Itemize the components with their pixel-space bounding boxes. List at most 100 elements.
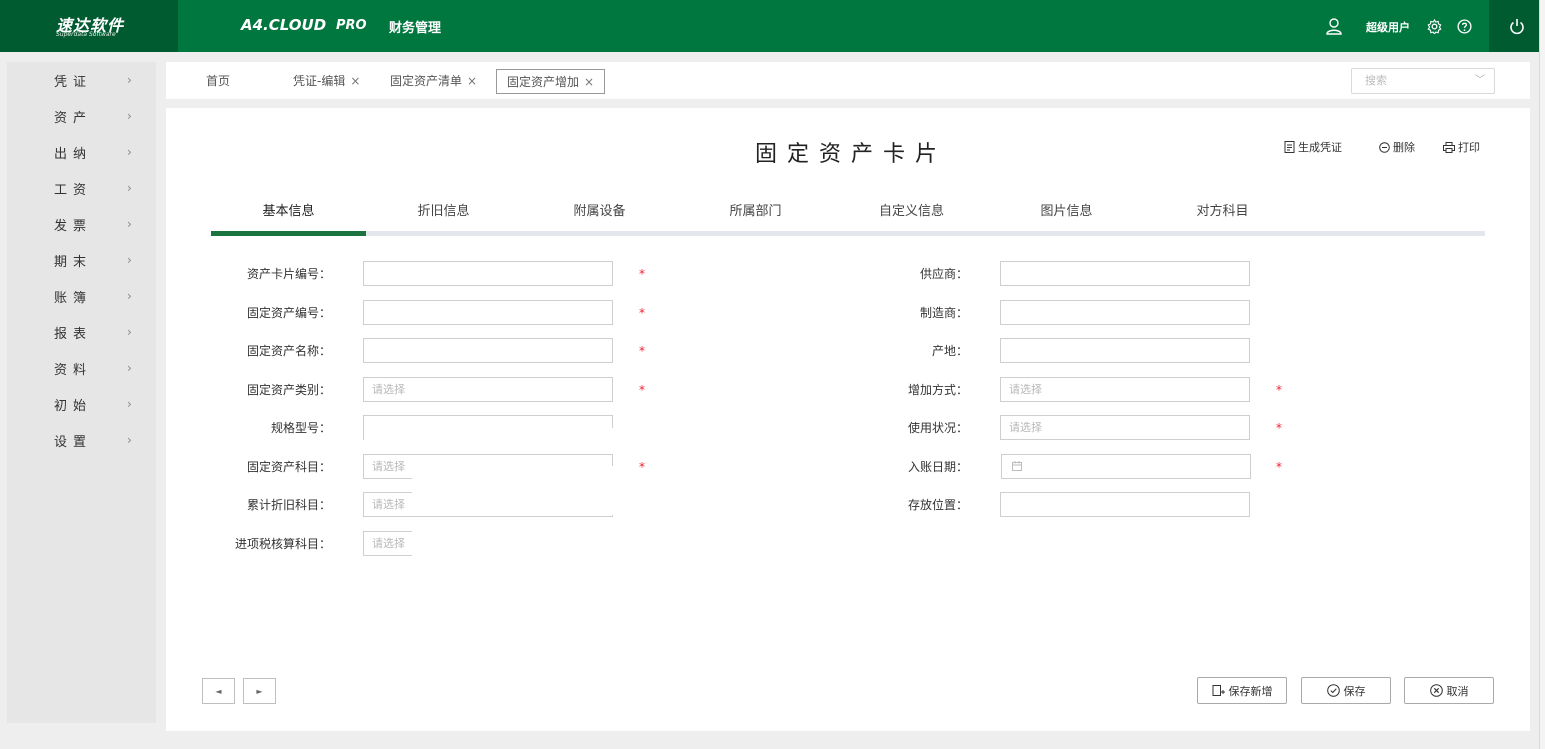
tab-contra-account[interactable]: 对方科目 bbox=[1145, 200, 1300, 219]
chevron-right-icon: › bbox=[127, 289, 132, 303]
print-button[interactable]: 打印 bbox=[1443, 139, 1480, 155]
tab-asset-list[interactable]: 固定资产清单 × bbox=[380, 69, 487, 94]
save-button[interactable]: 保存 bbox=[1301, 677, 1391, 704]
sidebar-item-label: 资料 bbox=[54, 362, 93, 378]
chevron-right-icon: › bbox=[127, 217, 132, 231]
tab-home[interactable]: 首页 bbox=[196, 69, 240, 94]
label-asset-no: 固定资产编号： bbox=[246, 306, 331, 320]
tab-label: 固定资产增加 bbox=[507, 75, 580, 89]
asset-name-input[interactable] bbox=[363, 338, 613, 363]
asset-no-input[interactable] bbox=[363, 300, 613, 325]
power-button[interactable] bbox=[1489, 0, 1545, 52]
sidebar-item-assets[interactable]: 资产 › bbox=[7, 98, 156, 134]
label-origin: 产地： bbox=[931, 344, 968, 358]
tab-depreciation[interactable]: 折旧信息 bbox=[366, 200, 521, 219]
sidebar-item-label: 账簿 bbox=[54, 290, 93, 306]
cancel-button[interactable]: 取消 bbox=[1404, 677, 1494, 704]
label-input-tax-account: 进项税核算科目： bbox=[234, 537, 331, 551]
label-accum-depreciation-account: 累计折旧科目： bbox=[246, 498, 331, 512]
sidebar-item-label: 凭证 bbox=[54, 74, 93, 90]
next-record-button[interactable]: ► bbox=[243, 678, 276, 704]
entry-date-input[interactable] bbox=[1001, 454, 1251, 479]
sidebar-item-label: 发票 bbox=[54, 218, 93, 234]
label-card-no: 资产卡片编号： bbox=[246, 267, 331, 281]
tab-voucher-edit[interactable]: 凭证-编辑 × bbox=[283, 69, 370, 94]
sidebar-item-label: 期末 bbox=[54, 254, 93, 270]
tab-label: 凭证-编辑 bbox=[293, 74, 346, 88]
tab-custom-info[interactable]: 自定义信息 bbox=[834, 200, 989, 219]
chevron-right-icon: › bbox=[127, 361, 132, 375]
label-usage-status: 使用状况： bbox=[907, 421, 968, 435]
tab-asset-add[interactable]: 固定资产增加 × bbox=[496, 69, 606, 94]
search-select[interactable]: 搜索 ﹀ bbox=[1351, 68, 1495, 94]
delete-button[interactable]: 删除 bbox=[1379, 139, 1415, 155]
label-asset-category: 固定资产类别： bbox=[246, 383, 331, 397]
button-label: 打印 bbox=[1458, 141, 1480, 154]
usage-status-select[interactable]: 请选择 bbox=[1000, 415, 1250, 440]
label-asset-account: 固定资产科目： bbox=[246, 460, 331, 474]
label-supplier: 供应商： bbox=[919, 267, 968, 281]
chevron-right-icon: › bbox=[127, 181, 132, 195]
asset-category-select[interactable]: 请选择 bbox=[363, 377, 613, 402]
product-name: A4.CLOUD bbox=[241, 16, 327, 34]
button-label: 保存新增 bbox=[1228, 684, 1273, 698]
manufacturer-input[interactable] bbox=[1000, 300, 1250, 325]
copy-add-icon bbox=[1212, 685, 1225, 696]
render-gap bbox=[412, 492, 614, 515]
user-icon[interactable] bbox=[1325, 17, 1343, 35]
sidebar-item-payroll[interactable]: 工资 › bbox=[7, 170, 156, 206]
required-mark: * bbox=[1276, 383, 1282, 397]
prev-record-button[interactable]: ◄ bbox=[202, 678, 235, 704]
tab-label: 首页 bbox=[206, 74, 231, 88]
required-mark: * bbox=[639, 460, 645, 474]
close-icon[interactable]: × bbox=[467, 74, 477, 88]
required-mark: * bbox=[639, 267, 645, 281]
generate-voucher-button[interactable]: 生成凭证 bbox=[1284, 139, 1342, 155]
tab-basic-info[interactable]: 基本信息 bbox=[211, 200, 366, 219]
calendar-icon bbox=[1012, 461, 1022, 471]
label-addition-method: 增加方式： bbox=[907, 383, 968, 397]
user-name[interactable]: 超级用户 bbox=[1366, 19, 1410, 35]
gear-icon[interactable] bbox=[1425, 17, 1443, 35]
label-asset-name: 固定资产名称： bbox=[246, 344, 331, 358]
tab-department[interactable]: 所属部门 bbox=[678, 200, 833, 219]
sidebar-item-cashier[interactable]: 出纳 › bbox=[7, 134, 156, 170]
required-mark: * bbox=[1276, 460, 1282, 474]
chevron-right-icon: › bbox=[127, 397, 132, 411]
render-gap bbox=[412, 466, 614, 480]
chevron-right-icon: › bbox=[127, 73, 132, 87]
sidebar-item-voucher[interactable]: 凭证 › bbox=[7, 62, 156, 98]
required-mark: * bbox=[1276, 421, 1282, 435]
supplier-input[interactable] bbox=[1000, 261, 1250, 286]
check-circle-icon bbox=[1326, 684, 1340, 697]
logo: 速达软件 Superdata Software bbox=[0, 0, 178, 52]
sidebar-item-label: 设置 bbox=[54, 434, 93, 450]
render-gap bbox=[393, 428, 614, 442]
sidebar-item-label: 工资 bbox=[54, 182, 93, 198]
close-icon[interactable]: × bbox=[584, 75, 594, 89]
render-gap bbox=[412, 531, 614, 556]
close-icon[interactable]: × bbox=[350, 74, 360, 88]
tab-images[interactable]: 图片信息 bbox=[989, 200, 1144, 219]
tab-attached-equipment[interactable]: 附属设备 bbox=[522, 200, 677, 219]
addition-method-select[interactable]: 请选择 bbox=[1000, 377, 1250, 402]
card-no-input[interactable] bbox=[363, 261, 613, 286]
chevron-right-icon: › bbox=[127, 325, 132, 339]
minus-circle-icon bbox=[1379, 141, 1390, 153]
product-edition: PRO bbox=[336, 18, 367, 33]
button-label: 保存 bbox=[1343, 684, 1366, 698]
storage-location-input[interactable] bbox=[1000, 492, 1250, 517]
close-circle-icon bbox=[1429, 684, 1443, 697]
origin-input[interactable] bbox=[1000, 338, 1250, 363]
tab-label: 固定资产清单 bbox=[390, 74, 463, 88]
printer-icon bbox=[1443, 141, 1455, 153]
sidebar-item-invoice[interactable]: 发票 › bbox=[7, 206, 156, 242]
help-icon[interactable] bbox=[1455, 17, 1473, 35]
button-label: 删除 bbox=[1393, 141, 1415, 154]
required-mark: * bbox=[639, 306, 645, 320]
document-icon bbox=[1284, 141, 1295, 153]
tab-strip: 首页 凭证-编辑 × 固定资产清单 × 固定资产增加 × 搜索 ﹀ bbox=[166, 62, 1530, 99]
power-icon bbox=[1510, 18, 1524, 34]
save-new-button[interactable]: 保存新增 bbox=[1197, 677, 1287, 704]
card-tabs: 基本信息 折旧信息 附属设备 所属部门 自定义信息 图片信息 对方科目 bbox=[211, 194, 1485, 236]
